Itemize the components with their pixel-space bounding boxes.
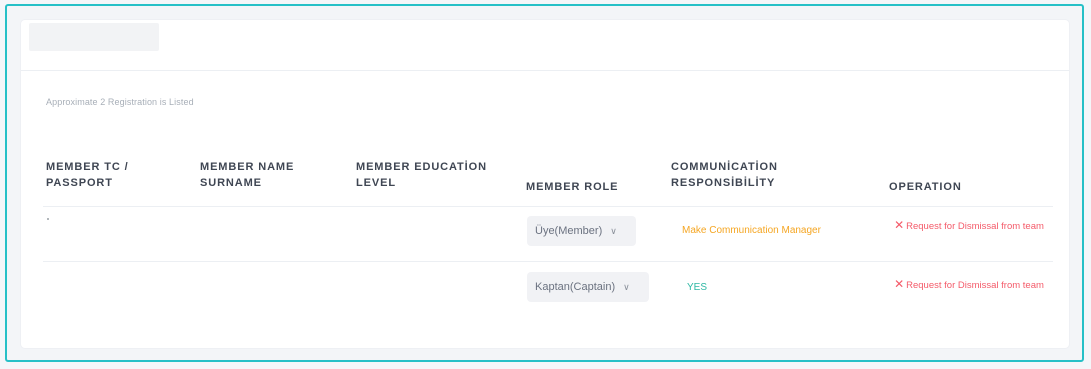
registration-count: Approximate 2 Registration is Listed bbox=[46, 97, 194, 107]
column-header-name-line2: SURNAME bbox=[200, 177, 262, 189]
team-members-card: Approximate 2 Registration is Listed MEM… bbox=[21, 20, 1069, 348]
chevron-down-icon: ∨ bbox=[623, 281, 630, 292]
member-role-select[interactable]: Kaptan(Captain) ∨ bbox=[527, 272, 649, 302]
column-header-education-line1: MEMBER EDUCATİON bbox=[356, 161, 487, 173]
column-header-communication: COMMUNİCATİON RESPONSİBİLİTY bbox=[671, 159, 778, 191]
make-communication-manager-link[interactable]: Make Communication Manager bbox=[682, 225, 821, 236]
column-header-education: MEMBER EDUCATİON LEVEL bbox=[356, 159, 487, 191]
column-header-name-line1: MEMBER NAME bbox=[200, 161, 295, 173]
column-header-tc-line1: MEMBER TC / bbox=[46, 161, 129, 173]
row-divider bbox=[43, 261, 1053, 262]
card-header bbox=[21, 20, 1069, 71]
title-placeholder bbox=[29, 23, 159, 51]
member-role-value: Üye(Member) bbox=[535, 225, 603, 237]
table-cell-tc bbox=[47, 218, 49, 220]
dismiss-request-button[interactable]: ✕ Request for Dismissal from team bbox=[894, 219, 1044, 233]
header-divider bbox=[43, 206, 1053, 207]
member-role-value: Kaptan(Captain) bbox=[535, 281, 616, 293]
column-header-communication-line1: COMMUNİCATİON bbox=[671, 161, 778, 173]
column-header-operation: OPERATION bbox=[889, 181, 962, 193]
member-role-select[interactable]: Üye(Member) ∨ bbox=[527, 216, 636, 246]
column-header-tc-line2: PASSPORT bbox=[46, 177, 113, 189]
close-icon: ✕ bbox=[894, 277, 905, 291]
close-icon: ✕ bbox=[894, 218, 905, 232]
chevron-down-icon: ∨ bbox=[610, 225, 617, 236]
column-header-tc: MEMBER TC / PASSPORT bbox=[46, 159, 129, 191]
column-header-role: MEMBER ROLE bbox=[526, 181, 619, 193]
dismiss-request-button[interactable]: ✕ Request for Dismissal from team bbox=[894, 278, 1044, 292]
communication-status: YES bbox=[687, 282, 708, 293]
screenshot-frame: Approximate 2 Registration is Listed MEM… bbox=[5, 4, 1084, 362]
dismiss-request-label: Request for Dismissal from team bbox=[906, 221, 1044, 232]
column-header-communication-line2: RESPONSİBİLİTY bbox=[671, 177, 776, 189]
column-header-education-line2: LEVEL bbox=[356, 177, 396, 189]
dismiss-request-label: Request for Dismissal from team bbox=[906, 280, 1044, 291]
column-header-name: MEMBER NAME SURNAME bbox=[200, 159, 294, 191]
